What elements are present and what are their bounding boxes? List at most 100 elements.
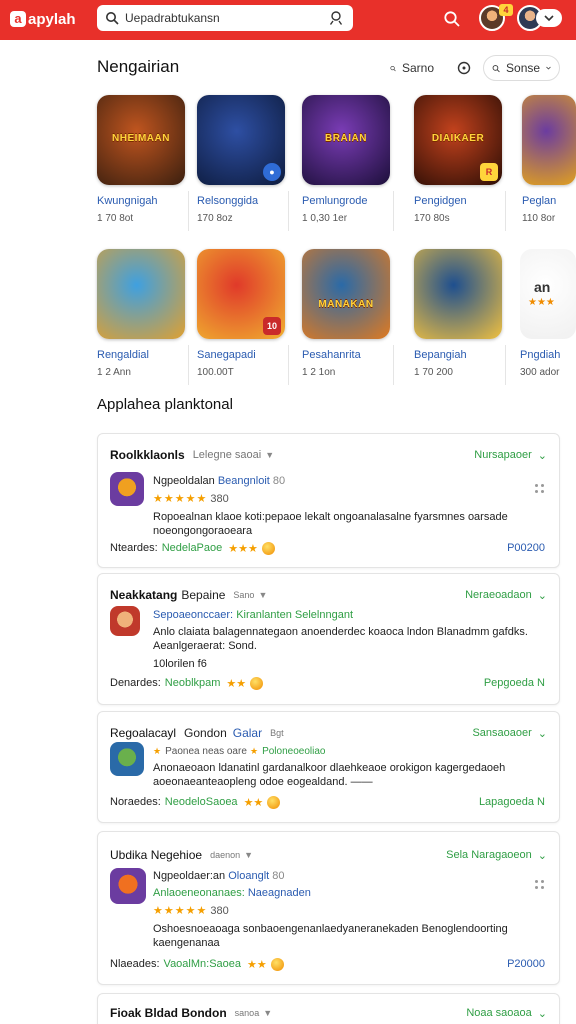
drag-handle-icon[interactable] (535, 484, 545, 494)
chevron-down-icon[interactable]: ▼ (244, 850, 253, 860)
card-title: Roolkklaonls (110, 448, 185, 462)
search-box[interactable] (97, 5, 353, 31)
developer-label: Sepoaeonccaer: (153, 609, 234, 621)
chat-icon (457, 61, 471, 75)
footer-developer[interactable]: VaoalMn:Saoea (164, 958, 241, 970)
app-tile[interactable]: BRAIAN Pemlungrode 1 0,30 1er (302, 95, 394, 231)
developer-link[interactable]: Oloanglt (228, 870, 269, 882)
filter-button[interactable]: Sarno (382, 55, 442, 81)
list-card[interactable]: Regoalacayl Gondon Galar Bgt Sansaoaoer ⌄… (97, 711, 560, 823)
app-thumbnail: MANAKAN (302, 249, 390, 339)
footer-developer[interactable]: Neoblkpam (165, 677, 221, 689)
app-tile[interactable]: NHEIMAAN Kwungnigah 1 70 8ot (97, 95, 189, 231)
card-footer: Denardes: Neoblkpam ★★ Pepgoeda N (110, 675, 545, 691)
footer-label: Denardes: (110, 677, 161, 689)
app-size: 170 80s (414, 213, 450, 224)
app-name: Rengaldial (97, 349, 149, 361)
app-tile[interactable]: DIAIKAER R Pengidgen 170 80s (414, 95, 506, 231)
card-footer: Nlaeades: VaoalMn:Saoea ★★ P20000 (110, 956, 545, 972)
footer-label: Nlaeades: (110, 958, 160, 970)
card-header: Roolkklaonls Lelegne saoai ▼ Nursapaoer ⌄ (110, 446, 547, 464)
dropdown-toggle[interactable] (536, 9, 562, 27)
app-tile[interactable]: Rengaldial 1 2 Ann (97, 249, 189, 385)
chevron-down-icon[interactable]: ▼ (265, 450, 274, 460)
price-label[interactable]: P20000 (507, 958, 545, 970)
developer-link[interactable]: Beangnloit (218, 475, 270, 487)
status-label: Sansaoaoer (472, 727, 532, 739)
search-icon (390, 65, 396, 71)
app-tile[interactable]: Bepangiah 1 70 200 (414, 249, 506, 385)
card-title: Ubdika Negehioe (110, 848, 203, 862)
chevron-down-icon[interactable]: ▼ (258, 590, 267, 600)
app-thumbnail: an ★★★ (520, 249, 576, 339)
star-icon: ★★★ (528, 297, 555, 308)
developer-link[interactable]: Poloneoeoliao (262, 746, 325, 757)
card-subtitle: Galar (232, 726, 263, 740)
card-line: Ngpeoldaer:an Oloanglt 80 (153, 870, 545, 882)
list-card[interactable]: Neakkatang Bepaine Sano ▼ Neraeoadaon ⌄ S… (97, 573, 560, 705)
app-tile[interactable]: MANAKAN Pesahanrita 1 2 1on (302, 249, 394, 385)
app-tile[interactable]: ● Relsonggida 170 8oz (197, 95, 289, 231)
app-name: Relsonggida (197, 195, 259, 207)
card-description: Anlo claiata balagennategaon anoenderdec… (153, 626, 528, 652)
footer-developer[interactable]: NeodeloSaoea (165, 796, 238, 808)
app-tile[interactable]: Peglan 110 8or (522, 95, 576, 224)
app-thumbnail: DIAIKAER R (414, 95, 502, 185)
app-art-title: MANAKAN (318, 299, 374, 310)
card-meta-link[interactable]: Naeagnaden (248, 887, 311, 899)
app-art-title: DIAIKAER (431, 133, 485, 144)
rating-value: 380 (210, 905, 229, 917)
status-label: Nursapaoer (474, 449, 532, 461)
search-input[interactable] (125, 11, 329, 25)
divider (288, 191, 289, 231)
search-icon (492, 64, 500, 72)
sort-dropdown[interactable]: Sonse (483, 55, 560, 81)
app-tile[interactable]: an ★★★ Pngdiah 300 ador (520, 249, 576, 378)
card-subtitle: Bgt (270, 728, 284, 738)
chat-button[interactable] (451, 55, 477, 81)
developer-label: Paonea neas oare (165, 746, 247, 757)
star-rating: ★★★★★ (153, 493, 208, 505)
search-icon (444, 11, 460, 27)
card-line: ★ Paonea neas oare ★ Poloneoeoliao (153, 746, 326, 757)
developer-label: Ngpeoldalan (153, 475, 215, 487)
list-card[interactable]: Fioak Bldad Bondon sanoa ▼ Noaa saoaoa ⌄ (97, 993, 560, 1024)
rating-line: ★★★★★ 380 (153, 904, 545, 917)
footer-developer[interactable]: NedelaPaoe (162, 542, 223, 554)
chevron-down-icon[interactable]: ▼ (263, 1008, 272, 1018)
card-title: Regoalacayl (110, 726, 177, 740)
card-status[interactable]: Nursapaoer ⌄ (474, 449, 547, 462)
developer-link[interactable]: Kiranlanten Selelnngant (236, 609, 353, 621)
top-search-button[interactable] (441, 8, 463, 30)
card-subtitle: Lelegne saoai (192, 449, 262, 461)
price-label[interactable]: Lapagoeda N (479, 796, 545, 808)
status-label: Sela Naragaoeon (446, 849, 532, 861)
price-label[interactable]: Pepgoeda N (484, 677, 545, 689)
top-bar: a apylah 4 (0, 0, 576, 40)
filter-label: Sarno (401, 61, 434, 75)
card-line: Ngpeoldalan Beangnloit 80 (153, 475, 545, 487)
card-status[interactable]: Sansaoaoer ⌄ (472, 727, 547, 740)
divider (505, 345, 506, 385)
list-card[interactable]: Roolkklaonls Lelegne saoai ▼ Nursapaoer ⌄… (97, 433, 560, 568)
developer-label: Ngpeoldaer:an (153, 870, 226, 882)
footer-label: Nteardes: (110, 542, 158, 554)
price-label[interactable]: P00200 (507, 542, 545, 554)
card-meta: 10lorilen f6 (153, 658, 207, 670)
app-size: 1 2 1on (302, 367, 336, 378)
app-name: Pengidgen (414, 195, 467, 207)
app-tile[interactable]: 10 Sanegapadi 100.00T (197, 249, 289, 385)
user-search-icon[interactable] (329, 10, 345, 26)
app-size: 110 8or (522, 213, 556, 224)
card-status[interactable]: Noaa saoaoa ⌄ (466, 1007, 547, 1020)
app-name: Pemlungrode (302, 195, 368, 207)
app-name: Pngdiah (520, 349, 561, 361)
card-status[interactable]: Neraeoadaon ⌄ (465, 589, 547, 602)
list-card[interactable]: Ubdika Negehioe daenon ▼ Sela Naragaoeon… (97, 831, 560, 985)
card-status[interactable]: Sela Naragaoeon ⌄ (446, 849, 547, 862)
drag-handle-icon[interactable] (535, 880, 545, 890)
chevron-down-icon: ⌄ (537, 727, 547, 740)
divider (188, 345, 189, 385)
app-thumbnail: ● (197, 95, 285, 185)
app-logo[interactable]: a apylah (10, 8, 76, 30)
